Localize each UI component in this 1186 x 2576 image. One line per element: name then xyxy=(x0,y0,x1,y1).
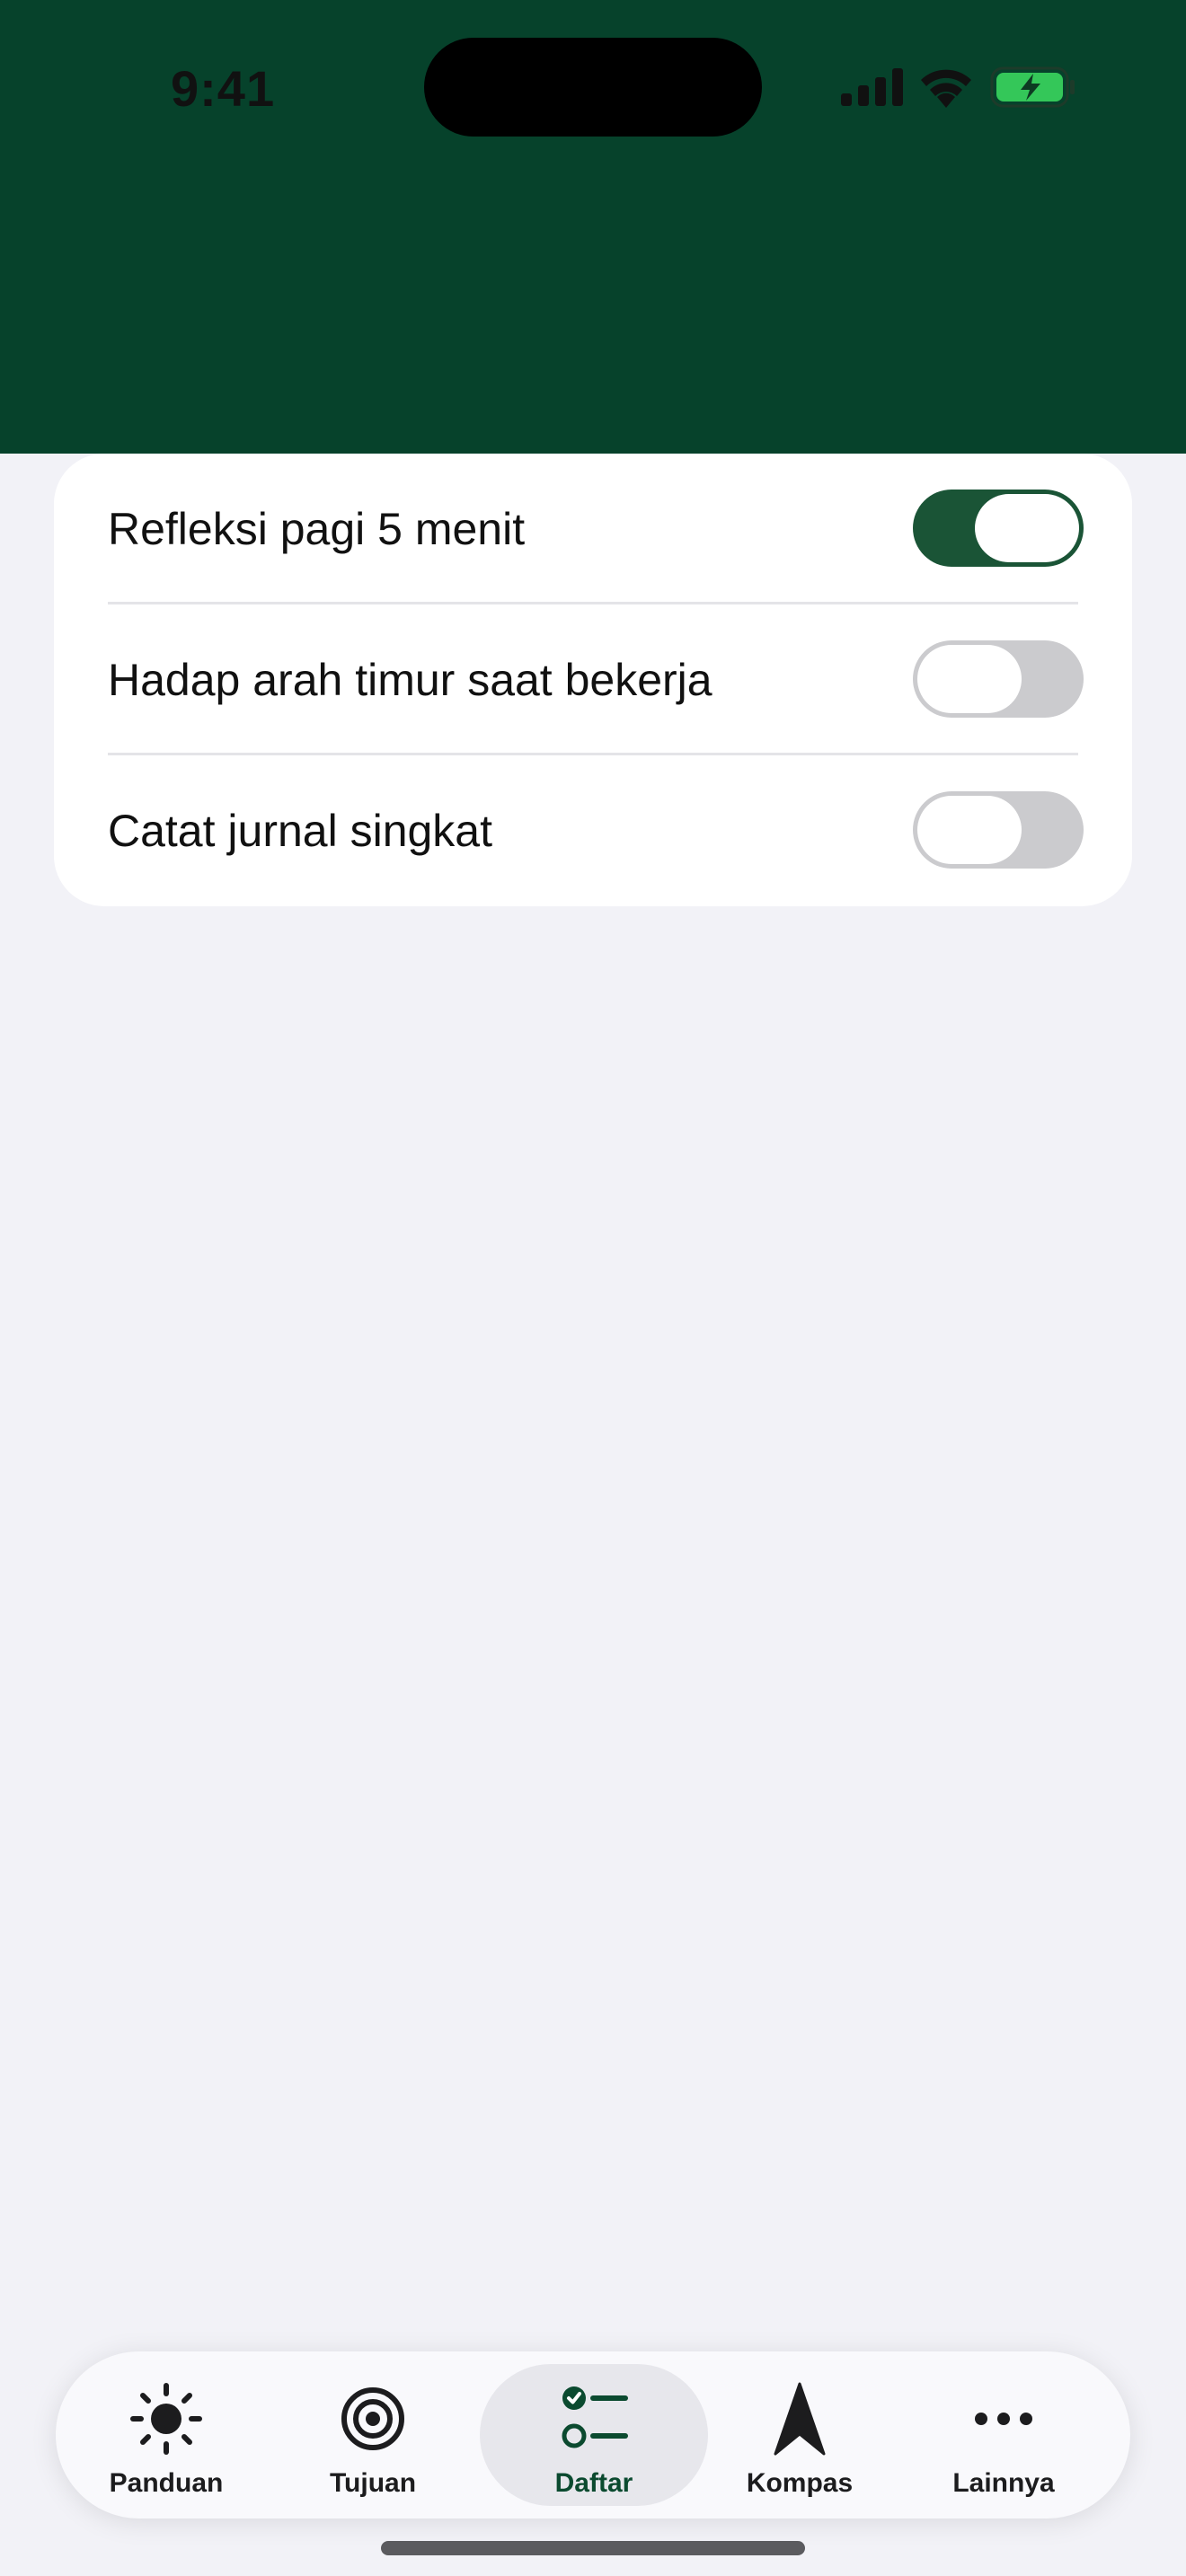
setting-row-morning-reflection: Refleksi pagi 5 menit xyxy=(54,454,1132,604)
sun-icon xyxy=(130,2383,202,2455)
home-indicator[interactable] xyxy=(381,2541,805,2555)
status-time: 9:41 xyxy=(171,60,276,117)
toggle-knob xyxy=(917,645,1022,713)
more-icon xyxy=(975,2413,1032,2425)
tab-kompas[interactable]: Kompas xyxy=(696,2351,903,2519)
tab-label: Tujuan xyxy=(329,2468,417,2498)
toggle-switch[interactable] xyxy=(913,490,1084,567)
setting-row-face-east: Hadap arah timur saat bekerja xyxy=(54,604,1132,755)
target-icon xyxy=(341,2387,404,2450)
compass-arrow-icon xyxy=(774,2382,826,2456)
header: 9:41 xyxy=(0,0,1186,454)
tab-tujuan[interactable]: Tujuan xyxy=(270,2351,476,2519)
battery-charging-icon xyxy=(990,66,1075,108)
toggle-switch[interactable] xyxy=(913,640,1084,718)
tab-label: Daftar xyxy=(554,2468,633,2498)
tab-daftar[interactable]: Daftar xyxy=(491,2351,697,2519)
wifi-icon xyxy=(921,69,971,108)
tab-panduan[interactable]: Panduan xyxy=(63,2351,270,2519)
toggle-knob xyxy=(975,494,1079,562)
toggle-knob xyxy=(917,796,1022,864)
setting-label: Hadap arah timur saat bekerja xyxy=(108,655,712,705)
tab-bar: Panduan Tujuan Daftar Kompas Lainnya xyxy=(56,2351,1130,2519)
settings-card: Refleksi pagi 5 menit Hadap arah timur s… xyxy=(54,454,1132,906)
toggle-switch[interactable] xyxy=(913,791,1084,869)
tab-lainnya[interactable]: Lainnya xyxy=(900,2351,1107,2519)
setting-label: Catat jurnal singkat xyxy=(108,806,493,856)
cellular-signal-icon xyxy=(841,68,903,106)
tab-label: Lainnya xyxy=(952,2468,1055,2498)
dynamic-island xyxy=(424,38,762,137)
setting-row-journal: Catat jurnal singkat xyxy=(54,755,1132,906)
tab-label: Kompas xyxy=(746,2468,854,2498)
setting-label: Refleksi pagi 5 menit xyxy=(108,504,526,554)
tab-label: Panduan xyxy=(109,2468,224,2498)
checklist-icon xyxy=(562,2386,628,2448)
